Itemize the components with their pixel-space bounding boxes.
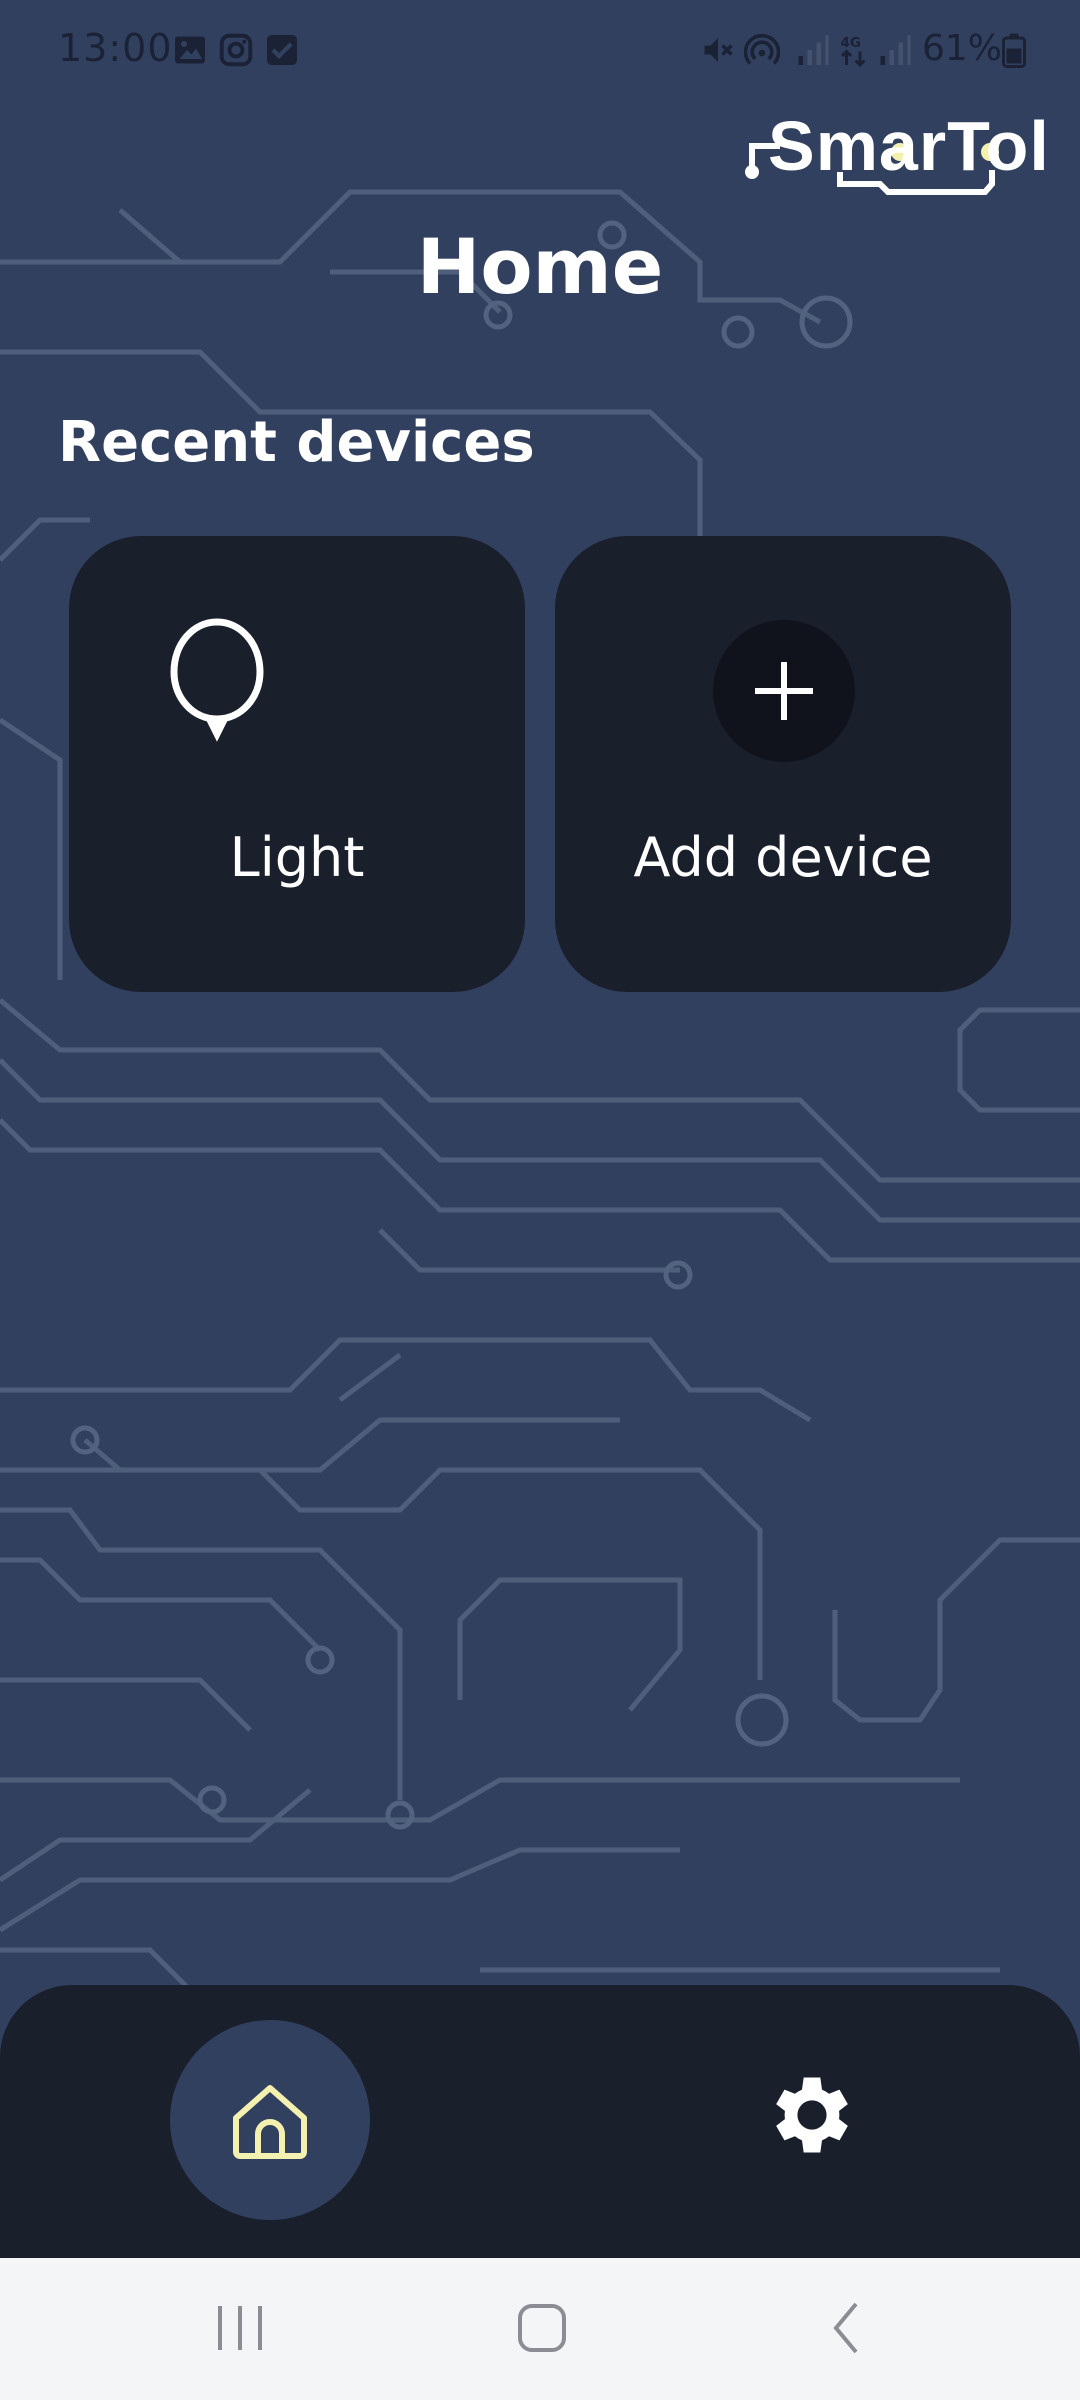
add-device-circle: [713, 620, 855, 762]
signal-icon: [880, 35, 911, 65]
battery-icon: [1002, 33, 1026, 68]
bottom-nav: [0, 1985, 1080, 2260]
home-icon: [233, 2085, 307, 2159]
add-device-card[interactable]: Add device: [555, 536, 1011, 992]
logo-text: SmarTol: [768, 107, 1050, 185]
device-card-light[interactable]: Light: [69, 536, 525, 992]
add-device-label: Add device: [633, 826, 933, 889]
device-label: Light: [229, 826, 365, 889]
svg-text:4G: 4G: [841, 35, 861, 51]
home-icon[interactable]: [512, 2298, 572, 2358]
recents-icon[interactable]: [210, 2298, 270, 2358]
signal-icon: [798, 35, 829, 65]
gear-icon[interactable]: [762, 2065, 862, 2165]
lightbulb-icon: [170, 618, 264, 742]
system-nav-bar: [0, 2258, 1080, 2400]
checkbox-icon: [267, 35, 297, 65]
nav-home-button[interactable]: [170, 2020, 370, 2220]
status-time: 13:00: [58, 26, 173, 70]
instagram-icon: [219, 33, 253, 67]
gallery-icon: [175, 36, 205, 64]
back-icon[interactable]: [818, 2298, 878, 2358]
plus-icon: [755, 662, 813, 720]
battery-percent: 61%: [922, 28, 1003, 69]
recent-devices-title: Recent devices: [58, 410, 535, 475]
hotspot-icon: [744, 33, 780, 65]
status-bar: 13:00 4G 61%: [0, 0, 1080, 100]
4g-icon: 4G: [841, 35, 866, 68]
mute-icon: [704, 38, 733, 62]
page-title: Home: [416, 222, 664, 311]
